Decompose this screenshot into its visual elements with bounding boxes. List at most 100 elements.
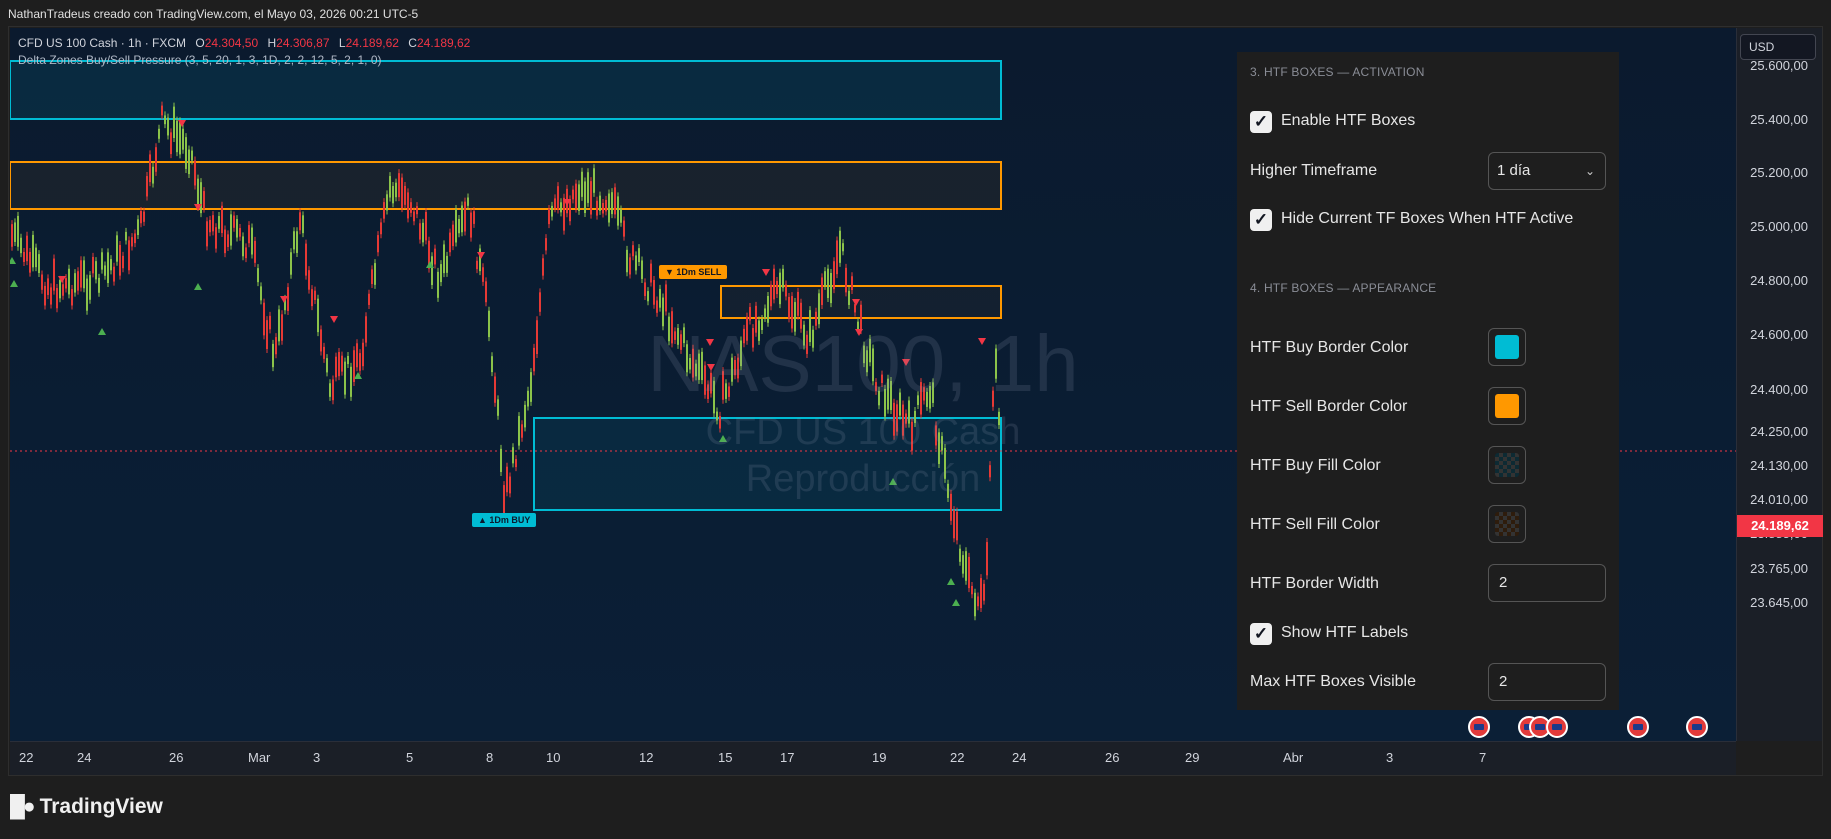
- candle-body: [257, 268, 259, 283]
- candle-body: [80, 260, 82, 288]
- tv-logo-icon: █●: [10, 795, 36, 818]
- candle-body: [89, 275, 91, 300]
- candle-body: [836, 240, 838, 275]
- candle-body: [455, 209, 457, 243]
- candle-body: [980, 578, 982, 609]
- candle-body: [365, 316, 367, 343]
- candle-body: [290, 252, 292, 275]
- candle-body: [731, 357, 733, 382]
- candle-body: [170, 132, 172, 155]
- candle-body: [902, 404, 904, 436]
- time-tick: 7: [1479, 750, 1487, 765]
- candle-body: [146, 176, 148, 197]
- candle-body: [554, 198, 556, 209]
- symbol-legend[interactable]: CFD US 100 Cash · 1h · FXCM O24.304,50 H…: [18, 36, 470, 50]
- candle-body: [719, 415, 721, 429]
- candle-body: [509, 476, 511, 494]
- currency-button[interactable]: USD: [1740, 34, 1816, 60]
- candle-body: [17, 215, 19, 247]
- candle-body: [23, 251, 25, 262]
- candle-body: [536, 320, 538, 355]
- candle-body: [281, 314, 283, 341]
- candle-body: [962, 555, 964, 574]
- candle-body: [761, 318, 763, 330]
- border-width-input[interactable]: 2: [1488, 564, 1606, 602]
- us-event-flag-icon[interactable]: [1686, 716, 1708, 738]
- sell-signal-marker: [477, 252, 485, 259]
- candle-body: [956, 511, 958, 541]
- price-tick: 24.130,00: [1750, 458, 1808, 473]
- candle-body: [635, 255, 637, 271]
- candle-body: [881, 374, 883, 384]
- us-event-flag-icon[interactable]: [1627, 716, 1649, 738]
- candle-body: [986, 542, 988, 576]
- tradingview-logo[interactable]: █● TradingView: [10, 795, 163, 819]
- sell-fill-color-picker[interactable]: [1488, 505, 1526, 543]
- candle-body: [923, 387, 925, 401]
- candle-body: [548, 208, 550, 225]
- candle-body: [593, 168, 595, 193]
- higher-tf-select[interactable]: 1 día ⌄: [1488, 152, 1606, 190]
- sell-signal-marker: [707, 364, 715, 371]
- sell-signal-marker: [330, 316, 338, 323]
- candle-body: [722, 371, 724, 400]
- candle-body: [995, 348, 997, 379]
- candle-body: [128, 240, 130, 271]
- low-value: 24.189,62: [345, 36, 399, 50]
- candle-body: [977, 596, 979, 607]
- candle-body: [872, 348, 874, 382]
- candle-body: [782, 268, 784, 288]
- candle-body: [68, 268, 70, 295]
- price-axis[interactable]: 25.600,00 25.400,00 25.200,00 25.000,00 24.8…: [1736, 28, 1822, 741]
- candle-body: [380, 222, 382, 235]
- buy-fill-color-picker[interactable]: [1488, 446, 1526, 484]
- candle-body: [755, 305, 757, 333]
- sell-border-color-picker[interactable]: [1488, 387, 1526, 425]
- time-tick: 29: [1185, 750, 1200, 765]
- candle-body: [446, 255, 448, 273]
- candle-body: [74, 273, 76, 293]
- candle-body: [419, 223, 421, 240]
- indicator-legend[interactable]: Delta Zones Buy/Sell Pressure (3, 5, 20,…: [18, 53, 382, 67]
- candle-body: [320, 329, 322, 352]
- candle-body: [539, 292, 541, 312]
- candle-body: [605, 199, 607, 212]
- candle-body: [617, 196, 619, 226]
- candle-body: [179, 121, 181, 155]
- candle-body: [338, 352, 340, 377]
- candle-body: [29, 251, 31, 273]
- candle-body: [437, 271, 439, 298]
- show-labels-checkbox[interactable]: ✓: [1250, 623, 1272, 645]
- candle-body: [269, 315, 271, 330]
- buy-border-color-picker[interactable]: [1488, 328, 1526, 366]
- candle-body: [779, 272, 781, 305]
- candle-body: [140, 210, 142, 224]
- enable-htf-label: Enable HTF Boxes: [1281, 112, 1416, 129]
- hide-current-checkbox[interactable]: ✓: [1250, 209, 1272, 231]
- candle-body: [848, 290, 850, 305]
- max-boxes-input[interactable]: 2: [1488, 663, 1606, 701]
- low-label: L: [338, 36, 346, 50]
- us-event-flag-icon[interactable]: [1468, 716, 1490, 738]
- candle-body: [173, 106, 175, 139]
- sell-signal-marker: [706, 339, 714, 346]
- candle-body: [152, 166, 154, 184]
- candle-body: [821, 277, 823, 305]
- time-tick: 19: [872, 750, 887, 765]
- candle-body: [209, 219, 211, 233]
- candle-body: [473, 211, 475, 224]
- candle-body: [440, 264, 442, 283]
- candle-body: [944, 447, 946, 479]
- candle-body: [239, 228, 241, 237]
- candle-body: [296, 231, 298, 253]
- candle-body: [56, 288, 58, 309]
- candle-body: [236, 219, 238, 238]
- candle-body: [347, 355, 349, 365]
- candle-body: [65, 278, 67, 289]
- price-tick: 23.765,00: [1750, 561, 1808, 576]
- candle-body: [143, 211, 145, 222]
- candle-body: [998, 411, 1000, 426]
- candle-body: [884, 388, 886, 417]
- us-event-flag-icon[interactable]: [1546, 716, 1568, 738]
- enable-htf-checkbox[interactable]: ✓: [1250, 111, 1272, 133]
